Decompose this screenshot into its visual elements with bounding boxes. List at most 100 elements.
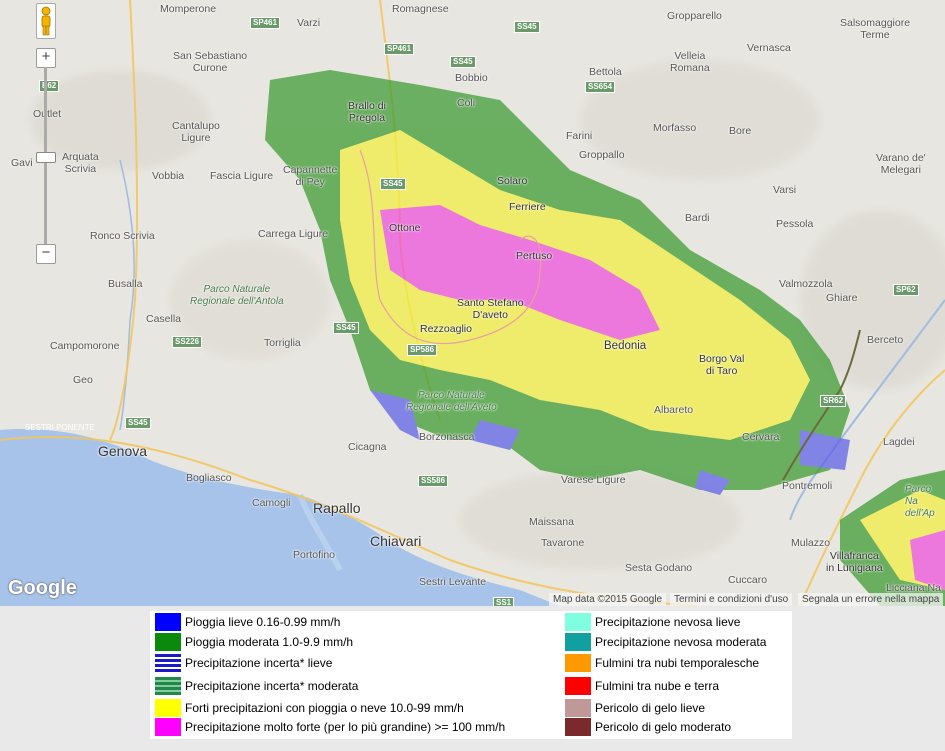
place-bettola: Bettola — [589, 66, 622, 78]
place-genova: Genova — [98, 443, 148, 459]
road-ss586: SS586 — [418, 475, 449, 487]
place-varsi: Varsi — [773, 184, 797, 196]
place-varese-ligure: Varese Ligure — [561, 474, 626, 486]
place-casella: Casella — [146, 313, 182, 325]
place-cantalupo: Cantalupo Ligure — [172, 120, 220, 144]
map-data-attribution: Map data ©2015 Google — [549, 593, 667, 606]
road-ss45-d: SS45 — [333, 322, 359, 334]
place-ferriere: Ferriere — [509, 201, 546, 213]
place-torriglia: Torriglia — [264, 337, 301, 349]
place-berceto: Berceto — [867, 334, 904, 346]
place-cicagna: Cicagna — [348, 441, 387, 453]
place-borgo-val-di-taro: Borgo Val di Taro — [699, 353, 745, 377]
place-geo: Geo — [73, 374, 93, 386]
place-bobbio: Bobbio — [455, 72, 488, 84]
place-gavi: Gavi — [11, 157, 33, 169]
radar-map[interactable]: Momperone Varzi Romagnese Gropparello Sa… — [0, 0, 945, 606]
place-borzonasca: Borzonasca — [419, 431, 475, 443]
place-pertuso: Pertuso — [516, 250, 553, 262]
google-logo[interactable]: Google — [8, 577, 77, 600]
place-cuccaro: Cuccaro — [728, 574, 768, 586]
road-sr62: SR62 — [820, 395, 847, 407]
legend-swatch — [565, 613, 591, 631]
place-santo-stefano: Santo Stefano D'aveto — [457, 297, 524, 321]
road-sp586: SP586 — [407, 344, 438, 356]
place-gropparello: Gropparello — [667, 10, 722, 22]
place-bogliasco: Bogliasco — [186, 472, 232, 484]
legend-swatch — [565, 699, 591, 717]
place-carrega: Carrega Ligure — [258, 228, 329, 240]
place-sesta-godano: Sesta Godano — [625, 562, 693, 574]
place-vernasca: Vernasca — [747, 42, 791, 54]
place-camogli: Camogli — [252, 497, 291, 509]
legend-swatch — [155, 654, 181, 672]
zoom-out-button[interactable]: − — [36, 244, 56, 264]
legend-swatch — [155, 633, 181, 651]
place-sansebastiano: San Sebastiano Curone — [173, 50, 248, 74]
precipitation-legend: Pioggia lieve 0.16-0.99 mm/h Pioggia mod… — [150, 611, 792, 739]
place-bore: Bore — [729, 125, 752, 137]
place-busalla: Busalla — [108, 278, 143, 290]
place-lagdei: Lagdei — [883, 436, 915, 448]
legend-swatch — [155, 677, 181, 695]
place-salsomaggiore: Salsomaggiore Terme — [840, 17, 911, 41]
place-portofino: Portofino — [293, 549, 336, 561]
place-valmozzola: Valmozzola — [779, 278, 833, 290]
place-bedonia: Bedonia — [604, 340, 647, 352]
park-antola: Parco Naturale Regionale dell'Antola — [190, 284, 284, 307]
road-sp461-a: SP461 — [250, 17, 281, 29]
legend-swatch — [565, 633, 591, 651]
place-chiavari: Chiavari — [370, 533, 422, 549]
place-cervara: Cervara — [742, 431, 780, 443]
place-vobbia: Vobbia — [152, 170, 185, 182]
park-appennino: Parco Na dell'Ap — [905, 484, 935, 519]
place-arquata: Arquata Scrivia — [62, 151, 99, 175]
place-sestri-ponente: SESTRI PONENTE — [25, 423, 95, 432]
place-morfasso: Morfasso — [653, 122, 697, 134]
place-albareto: Albareto — [654, 404, 694, 416]
place-ronco: Ronco Scrivia — [90, 230, 155, 242]
road-ss45-b: SS45 — [450, 56, 476, 68]
place-sestri-levante: Sestri Levante — [419, 576, 487, 588]
legend-swatch — [565, 718, 591, 736]
legend-swatch — [155, 613, 181, 631]
place-maissana: Maissana — [529, 516, 574, 528]
place-groppallo: Groppallo — [579, 149, 625, 161]
road-ss226: SS226 — [172, 336, 203, 348]
zoom-slider-handle[interactable] — [36, 152, 56, 163]
legend-swatch — [565, 654, 591, 672]
legend-swatch — [565, 677, 591, 695]
place-rezzoaglio: Rezzoaglio — [420, 323, 472, 335]
street-view-pegman-icon[interactable] — [36, 3, 56, 39]
weather-radar-app: Momperone Varzi Romagnese Gropparello Sa… — [0, 0, 945, 751]
place-pessola: Pessola — [776, 218, 814, 230]
road-ss45-a: SS45 — [514, 21, 540, 33]
terms-link[interactable]: Termini e condizioni d'uso — [670, 593, 793, 606]
legend-swatch — [155, 699, 181, 717]
place-outlet: Outlet — [33, 108, 62, 120]
place-varano: Varano de' Melegari — [876, 152, 926, 176]
place-farini: Farini — [566, 130, 593, 142]
road-ss1: SS1 — [493, 597, 515, 606]
place-bardi: Bardi — [685, 212, 710, 224]
place-coli: Coli — [457, 97, 476, 109]
place-pontremoli: Pontremoli — [782, 480, 833, 492]
place-villafranca: Villafranca in Lunigiana — [826, 550, 883, 574]
place-fascia: Fascia Ligure — [210, 170, 274, 182]
report-error-link[interactable]: Segnala un errore nella mappa — [798, 593, 944, 606]
road-ss45-c: SS45 — [380, 178, 406, 190]
place-ottone: Ottone — [389, 222, 421, 234]
place-momperone: Momperone — [160, 3, 217, 15]
place-velleia-romana: Velleia Romana — [670, 50, 710, 74]
legend-swatch — [155, 718, 181, 736]
zoom-in-button[interactable]: + — [36, 48, 56, 68]
park-aveto: Parco Naturale Regionale dell'Aveto — [406, 390, 497, 413]
place-capannette: Capannette di Pey — [283, 164, 338, 188]
place-ghiare: Ghiare — [826, 292, 858, 304]
place-brallo: Brallo di Pregola — [348, 100, 386, 124]
place-varzi: Varzi — [297, 17, 321, 29]
place-tavarone: Tavarone — [541, 537, 585, 549]
road-ss654: SS654 — [585, 81, 616, 93]
place-romagnese: Romagnese — [392, 3, 449, 15]
place-rapallo: Rapallo — [313, 500, 361, 516]
